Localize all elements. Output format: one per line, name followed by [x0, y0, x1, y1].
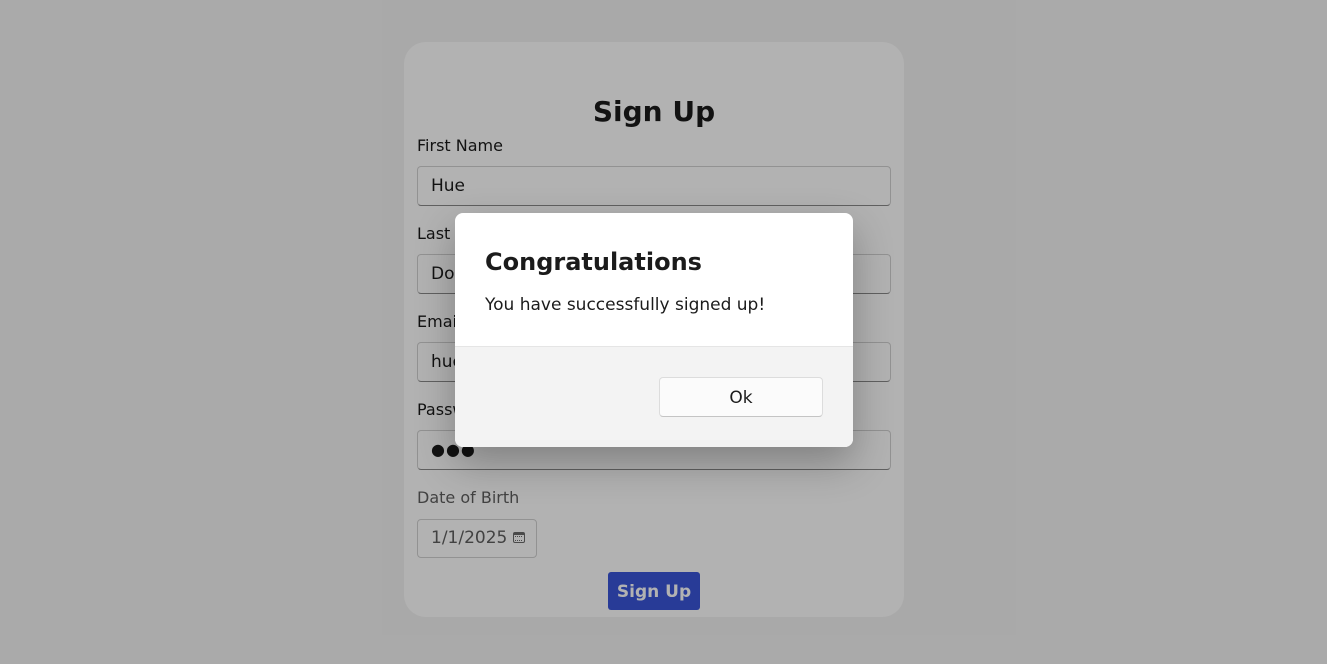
confirmation-dialog: Congratulations You have successfully si… — [455, 213, 853, 447]
dialog-title: Congratulations — [485, 248, 702, 276]
ok-button[interactable]: Ok — [659, 377, 823, 417]
dialog-footer: Ok — [455, 346, 853, 447]
dialog-message: You have successfully signed up! — [485, 295, 766, 315]
